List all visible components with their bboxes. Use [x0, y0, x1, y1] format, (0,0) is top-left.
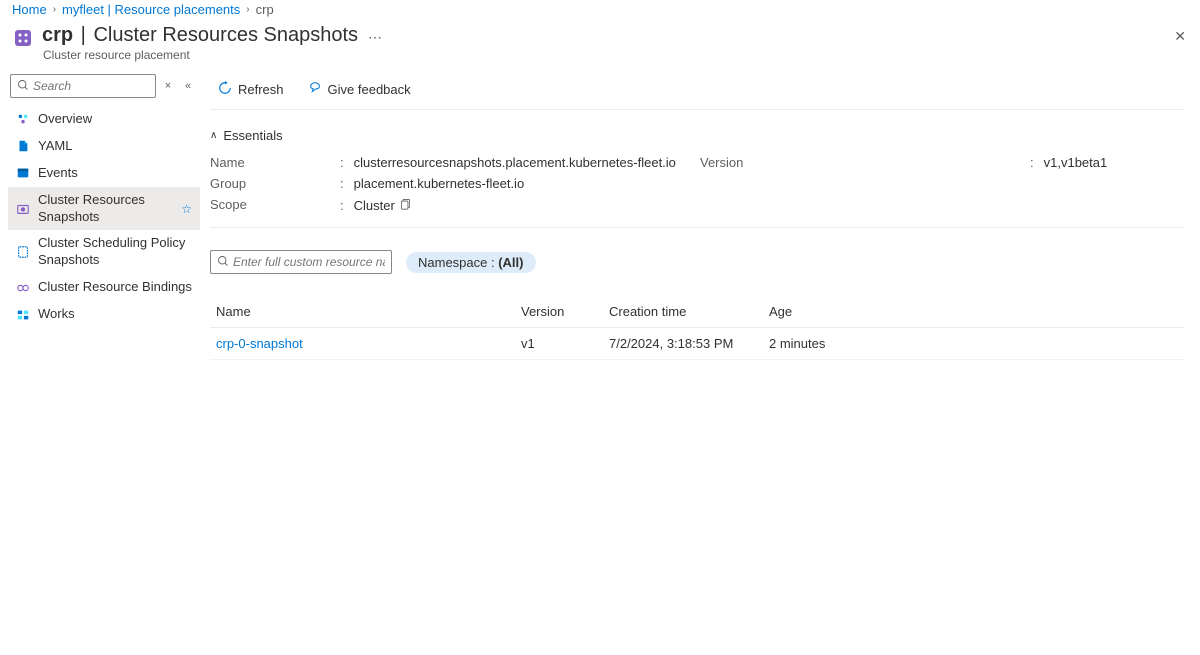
- main-content: Refresh Give feedback ∧ Essentials Name …: [200, 74, 1200, 360]
- namespace-filter-value: (All): [498, 255, 523, 270]
- label-group: Group: [210, 176, 340, 191]
- resource-search-input[interactable]: [229, 255, 385, 269]
- refresh-label: Refresh: [238, 82, 284, 97]
- yaml-icon: [16, 139, 30, 153]
- value-version: :v1,v1beta1: [1030, 155, 1184, 170]
- bindings-icon: [16, 281, 30, 295]
- search-icon: [17, 79, 29, 94]
- essentials-toggle[interactable]: ∧ Essentials: [210, 128, 1184, 149]
- sidebar-item-bindings[interactable]: Cluster Resource Bindings: [8, 274, 200, 301]
- breadcrumb-home[interactable]: Home: [12, 2, 47, 17]
- refresh-button[interactable]: Refresh: [210, 77, 292, 102]
- sidebar-item-label: Cluster Scheduling Policy Snapshots: [38, 235, 192, 269]
- label-scope: Scope: [210, 197, 340, 213]
- sidebar-search[interactable]: [10, 74, 156, 98]
- events-icon: [16, 166, 30, 180]
- resources-table: Name Version Creation time Age crp-0-sna…: [210, 296, 1184, 360]
- row-age: 2 minutes: [763, 328, 1184, 360]
- sidebar-item-label: Cluster Resources Snapshots: [38, 192, 173, 226]
- page-header: crp | Cluster Resources Snapshots ⋯ Clus…: [0, 24, 1200, 62]
- label-name: Name: [210, 155, 340, 170]
- row-version: v1: [515, 328, 603, 360]
- search-icon: [217, 255, 229, 270]
- command-bar: Refresh Give feedback: [210, 74, 1184, 110]
- snapshots-icon: [16, 202, 30, 216]
- sidebar-nav: Overview YAML Events Cluster Resources Snap…: [8, 106, 200, 328]
- row-creation: 7/2/2024, 3:18:53 PM: [603, 328, 763, 360]
- refresh-icon: [218, 81, 232, 98]
- feedback-button[interactable]: Give feedback: [300, 77, 419, 102]
- row-name-link[interactable]: crp-0-snapshot: [216, 336, 303, 351]
- essentials-properties: Name :clusterresourcesnapshots.placement…: [210, 149, 1184, 228]
- namespace-filter[interactable]: Namespace : (All): [406, 252, 536, 273]
- value-group: :placement.kubernetes-fleet.io: [340, 176, 700, 191]
- col-age[interactable]: Age: [763, 296, 1184, 328]
- chevron-up-icon: ∧: [210, 130, 217, 141]
- sidebar-item-events[interactable]: Events: [8, 160, 200, 187]
- sidebar-item-overview[interactable]: Overview: [8, 106, 200, 133]
- breadcrumb: Home › myfleet | Resource placements › c…: [0, 0, 1200, 24]
- resource-type-label: Cluster resource placement: [43, 48, 382, 62]
- value-name: :clusterresourcesnapshots.placement.kube…: [340, 155, 700, 170]
- breadcrumb-fleet[interactable]: myfleet | Resource placements: [62, 2, 240, 17]
- sidebar-item-policy[interactable]: Cluster Scheduling Policy Snapshots: [8, 230, 200, 274]
- star-icon[interactable]: ☆: [181, 202, 192, 216]
- table-row[interactable]: crp-0-snapshot v17/2/2024, 3:18:53 PM2 mi…: [210, 328, 1184, 360]
- breadcrumb-current: crp: [256, 2, 274, 17]
- feedback-label: Give feedback: [328, 82, 411, 97]
- sidebar-item-label: Overview: [38, 111, 92, 128]
- resource-search[interactable]: [210, 250, 392, 274]
- more-actions-button[interactable]: ⋯: [368, 29, 382, 46]
- pin-button[interactable]: ×: [160, 74, 176, 98]
- chevron-right-icon: ›: [53, 4, 56, 15]
- chevron-right-icon: ›: [246, 4, 249, 15]
- label-version: Version: [700, 155, 1030, 170]
- copy-icon[interactable]: [399, 197, 412, 213]
- works-icon: [16, 308, 30, 322]
- policy-icon: [16, 245, 30, 259]
- col-name[interactable]: Name: [210, 296, 515, 328]
- namespace-filter-label: Namespace :: [418, 255, 495, 270]
- page-title: crp | Cluster Resources Snapshots: [42, 24, 358, 47]
- sidebar-item-snapshots[interactable]: Cluster Resources Snapshots ☆: [8, 187, 200, 231]
- essentials-section: ∧ Essentials Name :clusterresourcesnapsh…: [210, 128, 1184, 228]
- close-button[interactable]: ✕: [1174, 28, 1186, 45]
- sidebar-item-label: YAML: [38, 138, 72, 155]
- filter-row: Namespace : (All): [210, 250, 1184, 274]
- feedback-icon: [308, 81, 322, 98]
- sidebar-search-input[interactable]: [29, 79, 149, 93]
- essentials-title: Essentials: [223, 128, 282, 143]
- col-version[interactable]: Version: [515, 296, 603, 328]
- resource-icon: [12, 27, 34, 49]
- overview-icon: [16, 112, 30, 126]
- col-creation[interactable]: Creation time: [603, 296, 763, 328]
- value-scope: :Cluster: [340, 197, 700, 213]
- sidebar: × « Overview YAML Events Cluster Resources …: [8, 74, 200, 360]
- sidebar-item-label: Works: [38, 306, 75, 323]
- table-header-row: Name Version Creation time Age: [210, 296, 1184, 328]
- sidebar-item-label: Cluster Resource Bindings: [38, 279, 192, 296]
- sidebar-item-yaml[interactable]: YAML: [8, 133, 200, 160]
- sidebar-item-label: Events: [38, 165, 78, 182]
- sidebar-item-works[interactable]: Works: [8, 301, 200, 328]
- collapse-sidebar-button[interactable]: «: [180, 74, 196, 98]
